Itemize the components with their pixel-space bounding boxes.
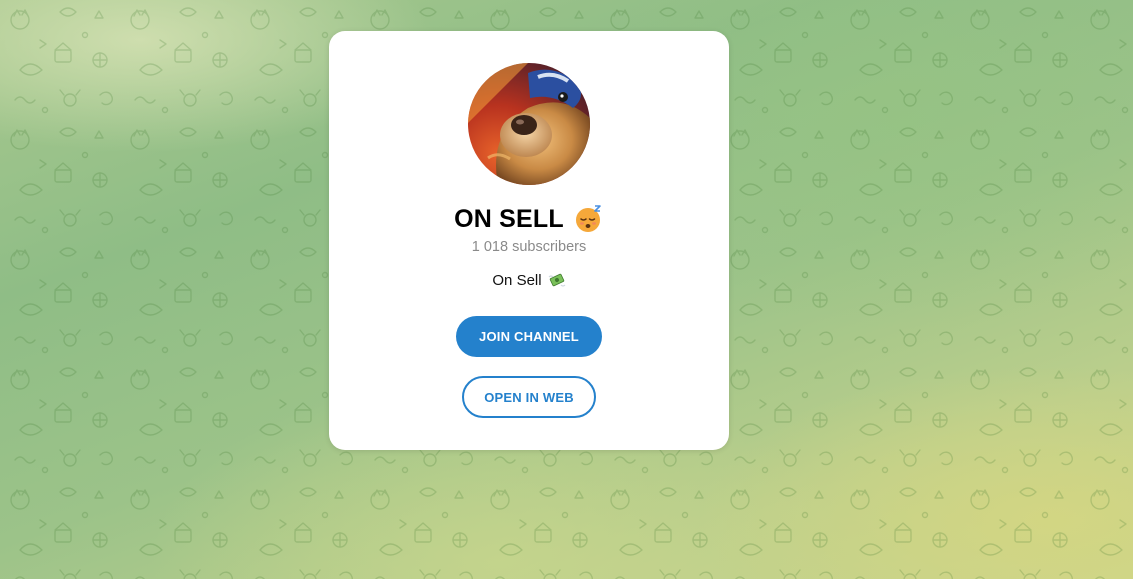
subscriber-count: 1 018 subscribers: [471, 239, 587, 255]
channel-avatar: [468, 63, 590, 185]
sleeping-face-emoji-icon: [574, 204, 604, 234]
open-in-web-button[interactable]: OPEN IN WEB: [462, 376, 596, 418]
join-channel-button[interactable]: JOIN CHANNEL: [456, 316, 602, 357]
money-with-wings-emoji-icon: [548, 271, 566, 289]
description-row: On Sell: [329, 269, 729, 291]
channel-title: ON SELL: [454, 204, 564, 233]
avatar-image: [468, 63, 590, 185]
channel-description: On Sell: [492, 271, 542, 289]
title-row: ON SELL: [329, 199, 729, 239]
channel-card: ON SELL 1 018 subscribers On Sell JOIN C…: [329, 31, 729, 450]
